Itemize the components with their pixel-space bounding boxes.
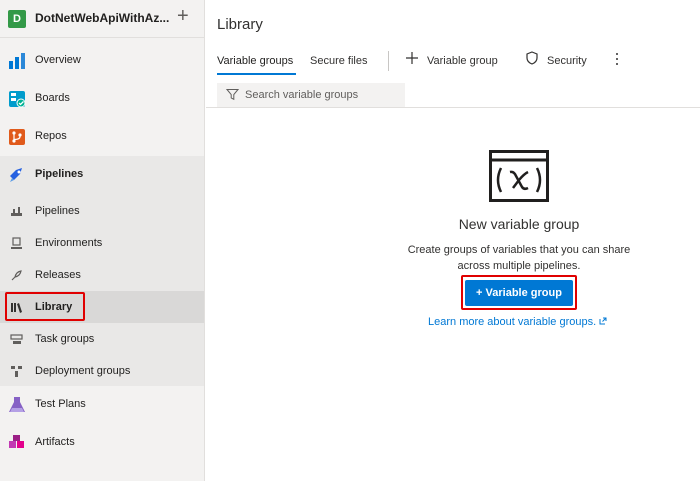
external-link-icon <box>599 317 607 325</box>
pipelines-icon <box>11 207 22 216</box>
more-options-icon[interactable] <box>615 51 619 67</box>
environments-icon <box>11 237 22 249</box>
sidebar-item-label: Task groups <box>35 333 95 345</box>
boards-icon <box>9 91 26 108</box>
main-content: Library Variable groups Secure files Var… <box>206 0 700 481</box>
project-avatar: D <box>8 10 26 28</box>
sidebar-item-repos[interactable]: Repos <box>0 118 204 156</box>
sidebar-item-pipelines[interactable]: Pipelines <box>0 156 204 194</box>
security-button[interactable]: Security <box>547 55 587 67</box>
divider <box>206 107 700 108</box>
add-icon[interactable]: + <box>177 6 189 26</box>
new-variable-group-button[interactable]: + Variable group <box>465 280 573 306</box>
azure-devops-app: D DotNetWebApiWithAz... + Overview Board… <box>0 0 700 481</box>
repos-icon <box>9 129 25 145</box>
tab-secure-files[interactable]: Secure files <box>310 55 367 67</box>
learn-more-link[interactable]: Learn more about variable groups. <box>428 316 607 328</box>
overview-icon <box>9 53 25 69</box>
variable-group-icon <box>489 150 549 202</box>
pipelines-section-icon <box>10 168 22 182</box>
deployment-groups-icon <box>11 366 22 377</box>
sidebar-subitem-environments[interactable]: Environments <box>0 227 204 259</box>
tab-bar: Variable groups Secure files Variable gr… <box>206 48 700 78</box>
test-plans-icon <box>9 397 25 412</box>
sidebar-item-label: Test Plans <box>35 398 86 410</box>
sidebar-item-test-plans[interactable]: Test Plans <box>0 386 204 424</box>
add-variable-group-button[interactable]: Variable group <box>427 55 498 67</box>
learn-more-link-text[interactable]: Learn more about variable groups. <box>428 316 596 328</box>
sidebar-item-boards[interactable]: Boards <box>0 80 204 118</box>
empty-state-title: New variable group <box>458 216 580 232</box>
sidebar-subitem-releases[interactable]: Releases <box>0 259 204 291</box>
project-name[interactable]: DotNetWebApiWithAz... <box>35 11 169 25</box>
sidebar-item-label: Repos <box>35 130 67 142</box>
sidebar: D DotNetWebApiWithAz... + Overview Board… <box>0 0 205 481</box>
pipelines-group: Pipelines Pipelines Environments Release… <box>0 156 204 386</box>
project-header[interactable]: D DotNetWebApiWithAz... + <box>0 0 204 38</box>
sidebar-item-label: Pipelines <box>35 168 84 180</box>
sidebar-item-label: Environments <box>35 237 103 249</box>
sidebar-item-label: Overview <box>35 54 81 66</box>
sidebar-item-label: Boards <box>35 92 70 104</box>
sidebar-item-label: Deployment groups <box>35 365 131 377</box>
tab-variable-groups[interactable]: Variable groups <box>217 55 293 67</box>
sidebar-item-label: Releases <box>35 269 81 281</box>
releases-icon <box>11 270 22 281</box>
active-tab-indicator <box>217 73 296 75</box>
plus-icon[interactable] <box>405 51 419 65</box>
library-highlight-box <box>5 292 85 321</box>
filter-icon <box>226 89 239 101</box>
sidebar-item-artifacts[interactable]: Artifacts <box>0 424 204 462</box>
empty-state-description: Create groups of variables that you can … <box>407 244 631 272</box>
artifacts-icon <box>9 435 24 448</box>
search-input[interactable] <box>245 87 400 103</box>
shield-icon[interactable] <box>525 51 539 65</box>
sidebar-item-label: Pipelines <box>35 205 80 217</box>
sidebar-subitem-deployment-groups[interactable]: Deployment groups <box>0 355 204 387</box>
page-title: Library <box>217 16 263 33</box>
tab-divider <box>388 51 389 71</box>
sidebar-item-overview[interactable]: Overview <box>0 42 204 80</box>
sidebar-subitem-pipelines[interactable]: Pipelines <box>0 195 204 227</box>
task-groups-icon <box>10 334 23 344</box>
search-bar[interactable] <box>217 83 405 107</box>
sidebar-subitem-task-groups[interactable]: Task groups <box>0 323 204 355</box>
sidebar-item-label: Artifacts <box>35 436 75 448</box>
